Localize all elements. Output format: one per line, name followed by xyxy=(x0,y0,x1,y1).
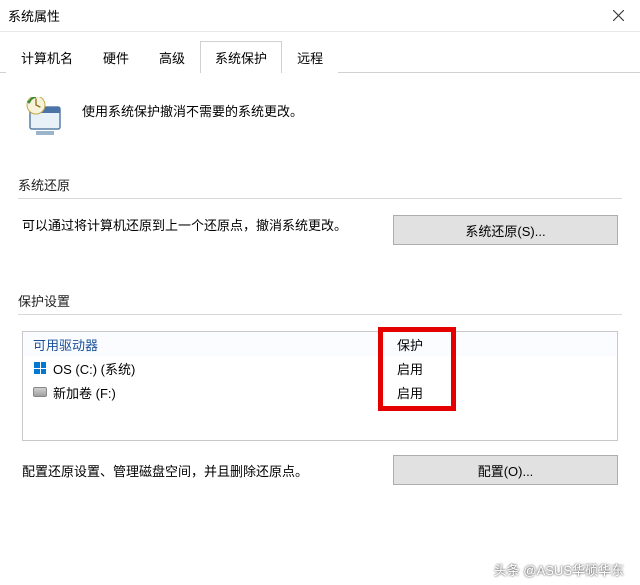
divider xyxy=(18,198,622,199)
tab-system-protection[interactable]: 系统保护 xyxy=(200,41,282,73)
table-row[interactable]: 新加卷 (F:) 启用 xyxy=(23,380,617,404)
configure-button[interactable]: 配置(O)... xyxy=(393,455,618,485)
protection-settings-group: 保护设置 可用驱动器 保护 OS (C:) (系统) 启用 新加卷 (F:) 启… xyxy=(18,291,622,485)
close-icon xyxy=(613,10,624,21)
drive-table: 可用驱动器 保护 OS (C:) (系统) 启用 新加卷 (F:) 启用 xyxy=(22,331,618,441)
divider xyxy=(18,314,622,315)
tab-hardware[interactable]: 硬件 xyxy=(88,41,144,73)
system-restore-button[interactable]: 系统还原(S)... xyxy=(393,215,618,245)
table-blank-area xyxy=(23,404,617,440)
tab-remote[interactable]: 远程 xyxy=(282,41,338,73)
system-restore-icon xyxy=(24,97,66,139)
table-header: 可用驱动器 保护 xyxy=(23,332,617,356)
titlebar: 系统属性 xyxy=(0,0,640,32)
intro-section: 使用系统保护撤消不需要的系统更改。 xyxy=(18,87,622,169)
disk-drive-icon xyxy=(33,385,47,399)
window-title: 系统属性 xyxy=(8,6,596,25)
watermark-text: 头条 @ASUS华硕华东 xyxy=(494,560,624,579)
restore-description: 可以通过将计算机还原到上一个还原点，撤消系统更改。 xyxy=(22,215,373,237)
drive-label: OS (C:) (系统) xyxy=(53,359,135,378)
group-label-restore: 系统还原 xyxy=(18,175,622,198)
tab-advanced[interactable]: 高级 xyxy=(144,41,200,73)
tabs: 计算机名 硬件 高级 系统保护 远程 xyxy=(0,32,640,73)
drive-status: 启用 xyxy=(397,383,617,402)
configure-description: 配置还原设置、管理磁盘空间，并且删除还原点。 xyxy=(22,461,373,480)
column-header-drive[interactable]: 可用驱动器 xyxy=(23,335,397,354)
windows-drive-icon xyxy=(33,361,47,375)
drive-status: 启用 xyxy=(397,359,617,378)
intro-text: 使用系统保护撤消不需要的系统更改。 xyxy=(82,97,303,120)
column-header-status[interactable]: 保护 xyxy=(397,335,617,354)
tab-content: 使用系统保护撤消不需要的系统更改。 系统还原 可以通过将计算机还原到上一个还原点… xyxy=(0,73,640,485)
group-label-protect: 保护设置 xyxy=(18,291,622,314)
table-row[interactable]: OS (C:) (系统) 启用 xyxy=(23,356,617,380)
drive-label: 新加卷 (F:) xyxy=(53,383,116,402)
system-restore-group: 系统还原 可以通过将计算机还原到上一个还原点，撤消系统更改。 系统还原(S)..… xyxy=(18,175,622,285)
tab-computer-name[interactable]: 计算机名 xyxy=(6,41,88,73)
close-button[interactable] xyxy=(596,0,640,32)
